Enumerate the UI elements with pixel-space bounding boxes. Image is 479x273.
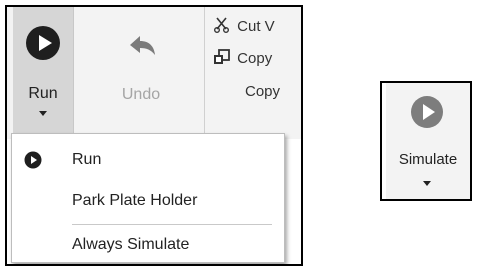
copy-secondary-label: Copy	[245, 83, 281, 100]
copy-button[interactable]: Copy	[213, 49, 272, 67]
undo-button[interactable]: Undo	[111, 7, 171, 139]
copy-label: Copy	[237, 50, 273, 67]
chevron-down-icon[interactable]	[39, 111, 47, 116]
ribbon-separator	[204, 7, 205, 139]
ribbon: Run Undo Cut V Copy Copy	[7, 7, 301, 139]
scissors-icon	[214, 17, 229, 33]
run-split-button[interactable]: Run	[13, 7, 74, 139]
ribbon-run-menu-panel: Run Undo Cut V Copy Copy Run Park Plate …	[5, 5, 303, 266]
play-circle-icon	[24, 151, 42, 169]
simulate-label: Simulate	[398, 151, 458, 168]
menu-item-park-plate-holder[interactable]: Park Plate Holder	[72, 192, 197, 210]
simulate-split-button[interactable]: Simulate	[386, 83, 470, 199]
play-circle-icon	[411, 96, 443, 128]
run-dropdown-menu: Run Park Plate Holder Always Simulate	[11, 133, 285, 263]
simulate-panel: Simulate	[380, 81, 472, 201]
chevron-down-icon[interactable]	[423, 181, 431, 186]
copy-secondary-button[interactable]: Copy	[245, 83, 280, 100]
cut-button[interactable]: Cut V	[213, 17, 275, 35]
undo-label: Undo	[121, 86, 161, 103]
menu-item-always-simulate[interactable]: Always Simulate	[72, 236, 189, 254]
menu-separator	[72, 224, 272, 225]
menu-item-run[interactable]: Run	[72, 151, 101, 169]
cut-label: Cut V	[237, 18, 275, 35]
run-label: Run	[28, 85, 58, 102]
undo-icon	[130, 36, 155, 55]
copy-icon	[214, 49, 230, 64]
play-circle-icon	[26, 26, 60, 60]
